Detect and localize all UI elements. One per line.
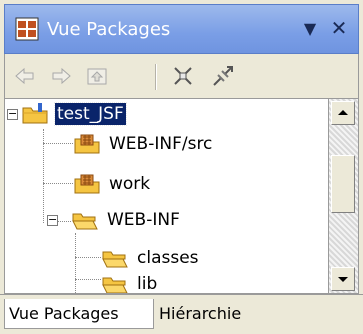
package-view-icon — [15, 17, 39, 41]
project-folder-icon — [22, 103, 48, 124]
close-icon: ✕ — [330, 16, 348, 40]
tree-item-test-jsf[interactable]: test_JSF — [21, 99, 127, 129]
tree-item-label: classes — [137, 248, 199, 268]
scroll-up-button[interactable] — [331, 101, 355, 125]
tree-collapse-toggle[interactable]: − — [47, 214, 58, 226]
back-icon[interactable] — [13, 64, 37, 88]
scroll-thumb[interactable] — [331, 155, 355, 213]
arrow-up-icon — [338, 110, 348, 115]
view-title-bar[interactable]: Vue Packages ▼ ✕ — [4, 4, 359, 54]
close-view-button[interactable]: ✕ — [327, 15, 351, 41]
chevron-down-icon: ▼ — [303, 19, 317, 38]
tree-item-label: WEB-INF — [107, 210, 180, 230]
tree-item-label: test_JSF — [54, 102, 127, 126]
tree-item-web-inf[interactable]: WEB-INF — [71, 205, 182, 235]
forward-icon[interactable] — [49, 64, 73, 88]
package-tree: − test_JSF WEB-INF/src work − WEB-INF cl… — [4, 98, 329, 294]
tree-vertical-scrollbar[interactable] — [329, 98, 359, 294]
view-title: Vue Packages — [47, 19, 171, 40]
link-with-editor-icon[interactable] — [211, 64, 235, 88]
up-icon[interactable] — [85, 64, 109, 88]
tree-item-lib[interactable]: lib — [101, 269, 159, 294]
collapse-all-icon[interactable] — [171, 64, 195, 88]
arrow-down-icon — [338, 277, 348, 282]
folder-icon — [102, 277, 128, 293]
view-tab-bar: Vue Packages Hiérarchie — [0, 294, 363, 334]
tree-item-web-inf-src[interactable]: WEB-INF/src — [73, 129, 214, 159]
view-menu-button[interactable]: ▼ — [299, 17, 321, 41]
toolbar-separator — [155, 64, 157, 90]
tab-hierarchie[interactable]: Hiérarchie — [155, 299, 265, 329]
source-folder-icon — [74, 174, 100, 194]
folder-icon — [102, 251, 128, 268]
tree-collapse-toggle[interactable]: − — [7, 108, 18, 120]
package-explorer-view: Vue Packages ▼ ✕ − test_JSF WEB-INF/src … — [0, 0, 363, 334]
tree-item-label: work — [109, 174, 151, 194]
folder-icon — [72, 213, 98, 230]
tree-item-work[interactable]: work — [73, 169, 152, 199]
scroll-down-button[interactable] — [331, 267, 355, 291]
tree-item-label: WEB-INF/src — [109, 134, 213, 154]
source-folder-icon — [74, 134, 100, 154]
view-toolbar — [4, 54, 359, 98]
tab-vue-packages[interactable]: Vue Packages — [4, 299, 154, 329]
tree-item-label: lib — [137, 274, 158, 294]
